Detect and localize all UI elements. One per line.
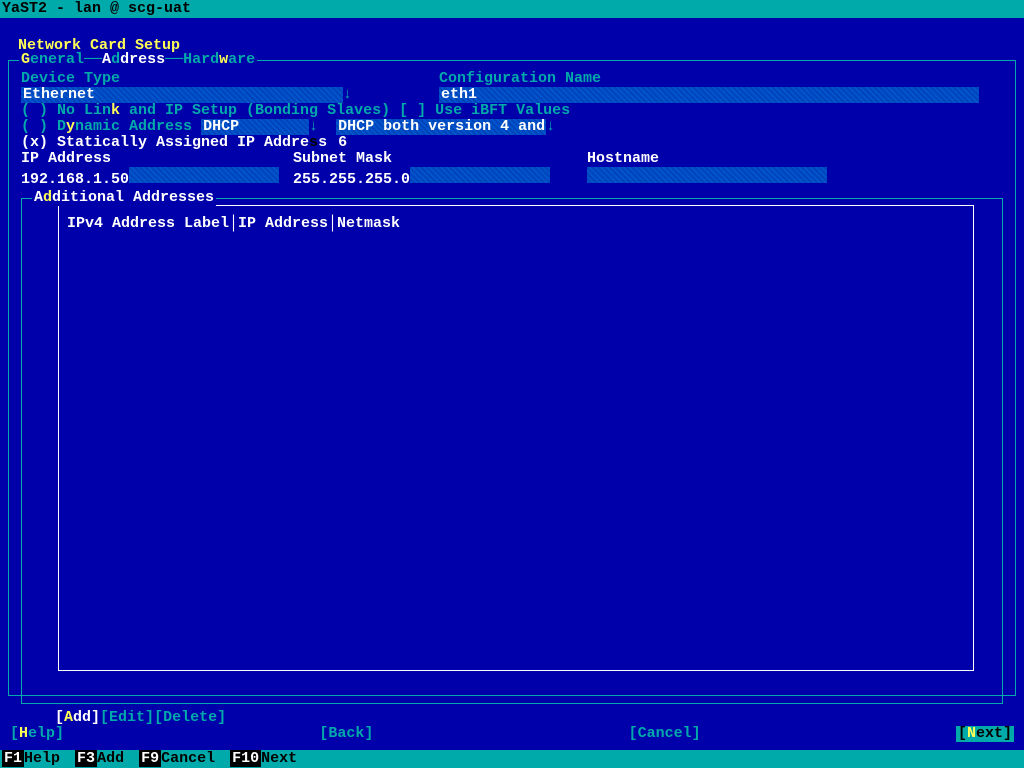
edit-button[interactable]: [Edit]	[100, 709, 154, 726]
tab-address[interactable]: Address	[102, 51, 165, 68]
title-bar: YaST2 - lan @ scg-uat	[0, 0, 1024, 18]
f3-key[interactable]: F3	[75, 750, 97, 767]
back-button[interactable]: [Back]	[319, 726, 373, 742]
delete-button[interactable]: [Delete]	[154, 709, 226, 726]
device-type-label: Device Type	[21, 71, 439, 87]
ip-address-input[interactable]: 192.168.1.50	[21, 171, 129, 188]
f1-label: Help	[24, 750, 60, 767]
nav-buttons: [Help] [Back] [Cancel] [Next]	[10, 726, 1014, 742]
device-type-select[interactable]: Ethernet	[21, 87, 343, 103]
next-button[interactable]: [Next]	[956, 726, 1014, 742]
chevron-down-icon: ↓	[343, 86, 352, 103]
chevron-down-icon: ↓	[309, 118, 318, 135]
config-name-input[interactable]: eth1	[439, 87, 979, 103]
f10-label: Next	[261, 750, 297, 767]
additional-addresses-frame: Additional Addresses IPv4 Address Label│…	[21, 198, 1003, 704]
ip-address-label: IP Address	[21, 150, 111, 167]
cancel-button[interactable]: [Cancel]	[629, 726, 701, 742]
main-area: Network Card Setup General──Address──Har…	[0, 18, 1024, 750]
window-title: YaST2 - lan @ scg-uat	[2, 0, 191, 17]
hostname-input[interactable]	[587, 167, 827, 183]
f9-key[interactable]: F9	[139, 750, 161, 767]
list-header: IPv4 Address Label│IP Address│Netmask	[67, 215, 400, 232]
dhcp-version-select[interactable]: DHCP both version 4 and 6	[336, 119, 546, 135]
radio-dynamic[interactable]: ( ) Dynamic Address DHCP↓ DHCP both vers…	[21, 119, 1003, 135]
radio-static[interactable]: (x) Statically Assigned IP Address	[21, 135, 1003, 151]
tab-hardware[interactable]: Hardware	[183, 51, 255, 68]
f3-label: Add	[97, 750, 124, 767]
f9-label: Cancel	[161, 750, 215, 767]
config-name-label: Configuration Name	[439, 71, 1003, 87]
f10-key[interactable]: F10	[230, 750, 261, 767]
additional-addresses-label: Additional Addresses	[32, 190, 216, 206]
tab-bar[interactable]: General──Address──Hardware	[19, 52, 257, 68]
crud-buttons: [Add][Edit][Delete]	[55, 710, 1003, 726]
hostname-label: Hostname	[587, 150, 659, 167]
radio-nolink[interactable]: ( ) No Link and IP Setup (Bonding Slaves…	[21, 103, 1003, 119]
subnet-mask-input[interactable]: 255.255.255.0	[293, 171, 410, 188]
dhcp-mode-select[interactable]: DHCP	[201, 119, 309, 135]
tab-general[interactable]: General	[21, 51, 84, 68]
checkbox-ibft[interactable]: [ ] Use iBFT Values	[399, 102, 570, 119]
tab-frame: General──Address──Hardware Device Type C…	[8, 60, 1016, 696]
chevron-down-icon: ↓	[546, 118, 555, 135]
additional-addresses-list[interactable]: IPv4 Address Label│IP Address│Netmask	[58, 205, 974, 671]
add-button[interactable]: [Add]	[55, 709, 100, 726]
help-button[interactable]: [Help]	[10, 726, 64, 742]
f1-key[interactable]: F1	[2, 750, 24, 767]
subnet-mask-label: Subnet Mask	[293, 150, 392, 167]
function-key-bar: F1Help F3Add F9Cancel F10Next	[0, 750, 1024, 768]
